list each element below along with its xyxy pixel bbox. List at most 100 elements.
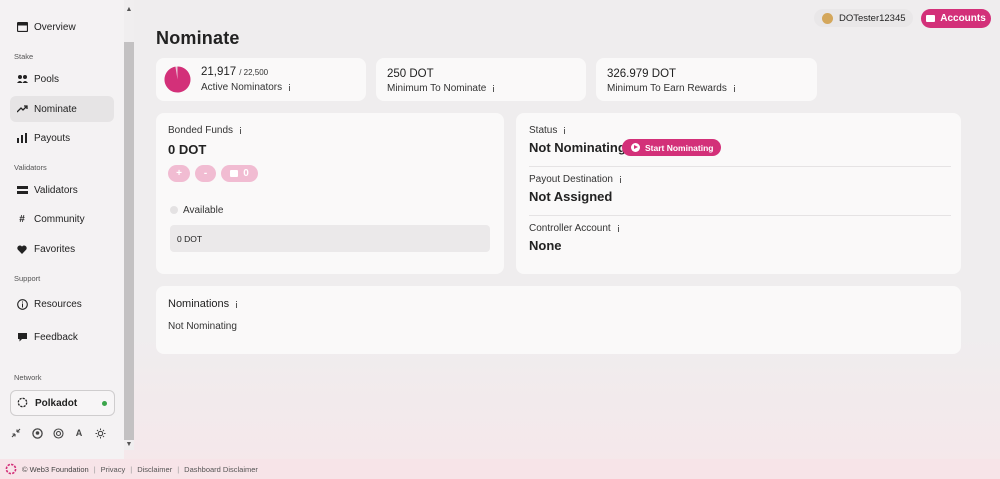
github-icon[interactable] (31, 427, 43, 439)
network-name: Polkadot (35, 397, 78, 409)
nominations-heading: Nominations (168, 298, 240, 310)
info-icon[interactable] (615, 225, 622, 232)
sidebar-item-resources[interactable]: Resources (10, 291, 114, 317)
polkadot-icon (17, 397, 29, 409)
page-title: Nominate (156, 28, 240, 48)
avatar (822, 12, 833, 24)
lock-icon (230, 170, 239, 177)
hashtag-icon: # (19, 213, 25, 225)
scroll-up-icon[interactable]: ▲ (124, 5, 134, 15)
nominators-count: 21,917 (201, 66, 237, 78)
sidebar-scrollbar-thumb[interactable] (124, 42, 134, 440)
payout-label: Payout Destination (529, 174, 613, 185)
polkadot-logo-icon (5, 463, 17, 475)
collapse-icon[interactable] (10, 427, 22, 439)
sidebar-item-label: Payouts (34, 132, 71, 144)
sidebar-item-label: Overview (34, 21, 76, 33)
sidebar: Overview Stake Pools Nominate Payouts Va… (0, 0, 124, 459)
available-legend-dot (170, 206, 178, 214)
footer-dashboard-disclaimer-link[interactable]: Dashboard Disclaimer (184, 465, 258, 474)
payout-heading: Payout Destination (529, 174, 624, 185)
sidebar-item-pools[interactable]: Pools (10, 66, 114, 92)
info-icon[interactable] (286, 84, 293, 91)
accounts-button[interactable]: Accounts (921, 9, 991, 28)
info-icon[interactable] (233, 300, 240, 308)
trending-up-icon (16, 103, 28, 115)
section-label-validators: Validators (14, 163, 47, 172)
status-heading: Status (529, 125, 568, 136)
nominations-card: Nominations Not Nominating (156, 286, 961, 354)
support-icon[interactable] (52, 427, 64, 439)
info-icon[interactable] (561, 127, 568, 134)
payout-value: Not Assigned (529, 189, 613, 204)
stat-label: Minimum To Nominate (387, 83, 497, 94)
unlock-count: 0 (243, 168, 249, 179)
min-rewards-label: Minimum To Earn Rewards (607, 83, 727, 94)
sidebar-item-overview[interactable]: Overview (10, 14, 114, 40)
sidebar-item-favorites[interactable]: Favorites (10, 236, 114, 262)
bar-chart-icon (16, 132, 28, 144)
info-icon[interactable] (731, 85, 738, 92)
info-icon[interactable] (490, 85, 497, 92)
status-value: Not Nominating (529, 140, 626, 155)
stat-label: Minimum To Earn Rewards (607, 83, 738, 94)
wallet-icon (926, 15, 936, 22)
controller-label: Controller Account (529, 223, 611, 234)
footer-disclaimer-link[interactable]: Disclaimer (137, 465, 172, 474)
accounts-label: Accounts (940, 13, 986, 24)
stat-label: Active Nominators (201, 82, 293, 93)
unbond-button[interactable]: - (195, 165, 216, 182)
controller-value: None (529, 238, 562, 253)
available-value: 0 DOT (177, 233, 203, 244)
sidebar-item-label: Feedback (34, 331, 78, 343)
sidebar-item-label: Community (34, 213, 85, 225)
network-selector[interactable]: Polkadot (10, 390, 115, 416)
bonded-funds-heading: Bonded Funds (168, 125, 244, 136)
min-nominate-value: 250 DOT (387, 68, 434, 80)
footer-separator: | (177, 464, 180, 474)
start-nominating-button[interactable]: Start Nominating (622, 139, 721, 156)
divider (529, 166, 951, 167)
play-circle-icon (631, 143, 640, 152)
scroll-down-icon[interactable]: ▼ (124, 440, 134, 450)
footer: © Web3 Foundation | Privacy | Disclaimer… (0, 459, 1000, 479)
nominators-label: Active Nominators (201, 82, 283, 93)
bonded-funds-value: 0 DOT (168, 142, 207, 157)
sidebar-item-feedback[interactable]: Feedback (10, 324, 114, 350)
nominations-title: Nominations (168, 298, 230, 310)
start-nominating-label: Start Nominating (645, 142, 714, 153)
sidebar-item-label: Nominate (34, 103, 77, 115)
footer-privacy-link[interactable]: Privacy (101, 465, 126, 474)
stat-card-minimum-rewards: 326.979 DOT Minimum To Earn Rewards (596, 58, 817, 101)
available-label: Available (183, 205, 224, 216)
network-status-dot (102, 401, 107, 406)
status-card: Status Not Nominating Payout Destination… (516, 113, 961, 274)
sidebar-item-validators[interactable]: Validators (10, 177, 114, 203)
sidebar-item-nominate[interactable]: Nominate (10, 96, 114, 122)
server-icon (16, 184, 28, 196)
min-rewards-value: 326.979 DOT (607, 68, 677, 80)
nominators-max: / 22,500 (239, 68, 269, 77)
info-icon[interactable] (617, 176, 624, 183)
nominators-pie-icon (164, 66, 191, 93)
theme-sun-icon[interactable] (94, 427, 106, 439)
stat-card-minimum-nominate: 250 DOT Minimum To Nominate (376, 58, 586, 101)
sidebar-item-community[interactable]: # Community (10, 206, 114, 232)
sidebar-item-label: Validators (34, 184, 78, 196)
bonded-funds-card: Bonded Funds 0 DOT + - 0 Available 0 DOT (156, 113, 504, 274)
users-icon (16, 73, 28, 85)
status-label: Status (529, 125, 558, 136)
heart-icon (16, 243, 28, 255)
bond-extra-button[interactable]: + (168, 165, 190, 182)
info-icon[interactable] (237, 127, 244, 134)
available-bar: 0 DOT (170, 225, 490, 252)
unlocks-button[interactable]: 0 (221, 165, 258, 182)
language-icon[interactable]: A (73, 427, 85, 439)
account-name: DOTester12345 (839, 12, 906, 24)
divider (529, 215, 951, 216)
nominations-empty: Not Nominating (168, 321, 237, 332)
account-button[interactable]: DOTester12345 (814, 9, 913, 27)
min-nominate-label: Minimum To Nominate (387, 83, 487, 94)
footer-copyright: © Web3 Foundation (22, 464, 89, 474)
sidebar-item-payouts[interactable]: Payouts (10, 125, 114, 151)
